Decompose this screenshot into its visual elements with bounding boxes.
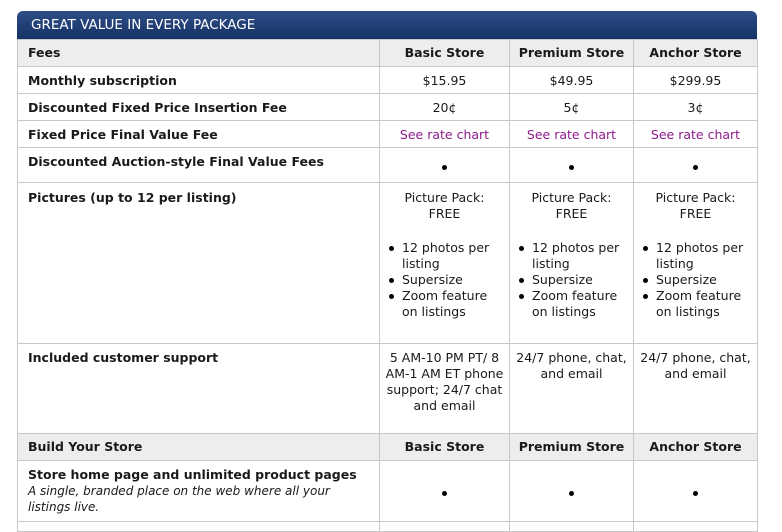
auction-row: Discounted Auction-style Final Value Fee… xyxy=(17,147,758,183)
feature-list: 12 photos per listing Supersize Zoom fea… xyxy=(638,240,753,320)
feature-item: 12 photos per listing xyxy=(389,240,505,272)
feature-item: Zoom feature on listings xyxy=(519,288,629,320)
picture-pack-free: FREE xyxy=(555,206,588,221)
feature-item: 12 photos per listing xyxy=(643,240,753,272)
header-row: Fees Basic Store Premium Store Anchor St… xyxy=(17,39,758,67)
final-value-label: Fixed Price Final Value Fee xyxy=(17,120,380,148)
feature-list: 12 photos per listing Supersize Zoom fea… xyxy=(384,240,505,320)
pictures-label: Pictures (up to 12 per listing) xyxy=(17,182,380,344)
support-premium: 24/7 phone, chat, and email xyxy=(509,343,634,434)
picture-pack-label: Picture Pack: xyxy=(655,190,736,205)
feature-item: Supersize xyxy=(643,272,753,288)
fees-header: Fees xyxy=(17,39,380,67)
picture-pack-free: FREE xyxy=(679,206,712,221)
monthly-anchor: $299.95 xyxy=(633,66,758,94)
rate-chart-link-basic[interactable]: See rate chart xyxy=(400,127,489,142)
included-bullet-icon xyxy=(569,165,574,170)
picture-pack-label: Picture Pack: xyxy=(404,190,485,205)
store-home-description: A single, branded place on the web where… xyxy=(28,484,330,514)
monthly-label: Monthly subscription xyxy=(17,66,380,94)
build-anchor-header: Anchor Store xyxy=(633,433,758,461)
pictures-premium: Picture Pack: FREE 12 photos per listing … xyxy=(509,182,634,344)
included-bullet-icon xyxy=(693,491,698,496)
insertion-row: Discounted Fixed Price Insertion Fee 20¢… xyxy=(17,93,758,121)
build-premium-header: Premium Store xyxy=(509,433,634,461)
support-row: Included customer support 5 AM-10 PM PT/… xyxy=(17,343,758,434)
picture-pack-free: FREE xyxy=(428,206,461,221)
picture-pack-label: Picture Pack: xyxy=(531,190,612,205)
monthly-premium: $49.95 xyxy=(509,66,634,94)
final-value-row: Fixed Price Final Value Fee See rate cha… xyxy=(17,120,758,148)
included-bullet-icon xyxy=(442,491,447,496)
support-basic: 5 AM-10 PM PT/ 8 AM-1 AM ET phone suppor… xyxy=(379,343,510,434)
basic-store-header: Basic Store xyxy=(379,39,510,67)
feature-item: Zoom feature on listings xyxy=(389,288,505,320)
banner-title: GREAT VALUE IN EVERY PACKAGE xyxy=(31,17,256,33)
rate-chart-link-premium[interactable]: See rate chart xyxy=(527,127,616,142)
insertion-basic: 20¢ xyxy=(379,93,510,121)
support-anchor: 24/7 phone, chat, and email xyxy=(633,343,758,434)
build-basic-header: Basic Store xyxy=(379,433,510,461)
included-bullet-icon xyxy=(693,165,698,170)
included-bullet-icon xyxy=(569,491,574,496)
included-bullet-icon xyxy=(442,165,447,170)
anchor-store-header: Anchor Store xyxy=(633,39,758,67)
insertion-premium: 5¢ xyxy=(509,93,634,121)
store-home-label: Store home page and unlimited product pa… xyxy=(28,467,357,482)
store-home-row: Store home page and unlimited product pa… xyxy=(17,460,758,522)
next-row-partial xyxy=(17,521,758,532)
insertion-label: Discounted Fixed Price Insertion Fee xyxy=(17,93,380,121)
pictures-basic: Picture Pack: FREE 12 photos per listing … xyxy=(379,182,510,344)
feature-item: Supersize xyxy=(389,272,505,288)
comparison-table: Fees Basic Store Premium Store Anchor St… xyxy=(17,39,758,532)
monthly-basic: $15.95 xyxy=(379,66,510,94)
feature-item: Zoom feature on listings xyxy=(643,288,753,320)
monthly-row: Monthly subscription $15.95 $49.95 $299.… xyxy=(17,66,758,94)
package-banner: GREAT VALUE IN EVERY PACKAGE xyxy=(17,11,757,39)
insertion-anchor: 3¢ xyxy=(633,93,758,121)
pictures-row: Pictures (up to 12 per listing) Picture … xyxy=(17,182,758,344)
build-store-header: Build Your Store xyxy=(17,433,380,461)
pictures-anchor: Picture Pack: FREE 12 photos per listing … xyxy=(633,182,758,344)
feature-item: Supersize xyxy=(519,272,629,288)
rate-chart-link-anchor[interactable]: See rate chart xyxy=(651,127,740,142)
feature-item: 12 photos per listing xyxy=(519,240,629,272)
store-home-cell: Store home page and unlimited product pa… xyxy=(17,460,380,522)
support-label: Included customer support xyxy=(17,343,380,434)
build-header-row: Build Your Store Basic Store Premium Sto… xyxy=(17,433,758,461)
auction-label: Discounted Auction-style Final Value Fee… xyxy=(17,147,380,183)
feature-list: 12 photos per listing Supersize Zoom fea… xyxy=(514,240,629,320)
premium-store-header: Premium Store xyxy=(509,39,634,67)
